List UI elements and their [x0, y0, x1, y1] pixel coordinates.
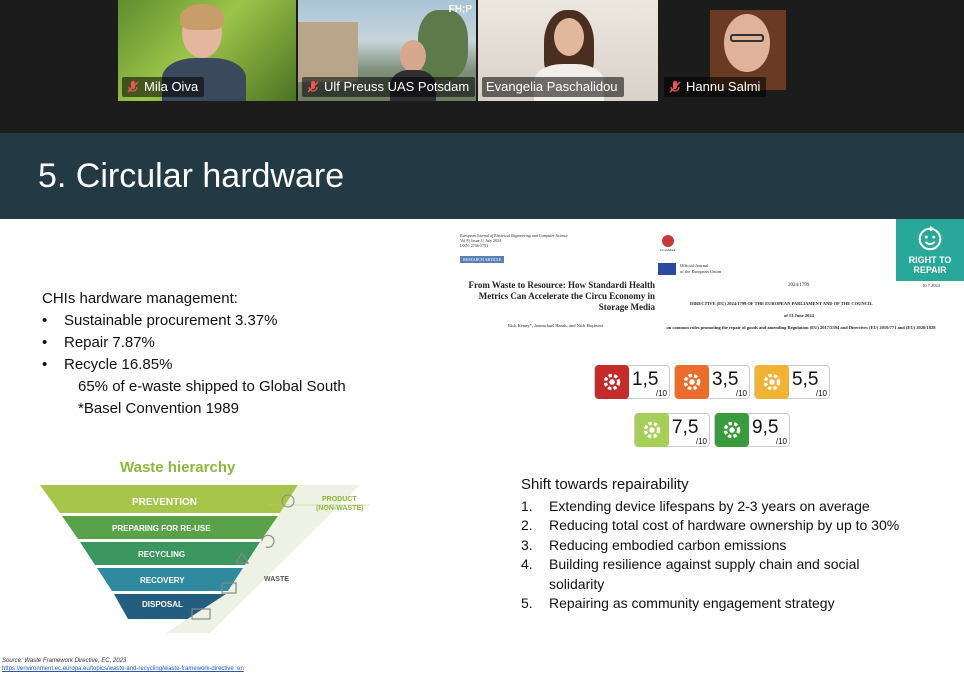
research-paper-excerpt: European Journal of Electrical Engineeri…	[460, 233, 655, 348]
source-text: Source: Waste Framework Directive, EC, 2…	[2, 658, 127, 664]
repairability-block: Shift towards repairability 1. Extending …	[521, 475, 901, 614]
mic-muted-icon	[126, 80, 140, 94]
basel-note: *Basel Convention 1989	[78, 400, 239, 417]
gear-wrench-icon	[755, 365, 789, 399]
paper-title: From Waste to Resource: How Standardi He…	[468, 280, 656, 312]
mic-muted-icon	[668, 80, 682, 94]
list-item: Recycle 16.85%	[42, 354, 346, 376]
ewaste-note: 65% of e-waste shipped to Global South	[78, 378, 346, 395]
level-label: RECYCLING	[138, 550, 185, 559]
participant-tile[interactable]: Mila Oiva	[118, 0, 296, 101]
institution-badge: FH;P	[448, 4, 472, 15]
crossmark-icon	[662, 235, 674, 247]
participant-tile-active-speaker[interactable]: Evangelia Paschalidou	[478, 0, 658, 101]
list-item: 5. Repairing as community engagement stra…	[521, 595, 835, 611]
product-label: PRODUCT	[322, 496, 357, 503]
score-value: 7,5	[672, 417, 699, 438]
participant-name: Ulf Preuss UAS Potsdam	[324, 79, 470, 94]
level-label: PREVENTION	[132, 497, 197, 508]
score-value: 1,5	[632, 369, 659, 390]
level-label: DISPOSAL	[142, 600, 183, 609]
repairability-heading: Shift towards repairability	[521, 476, 689, 493]
management-heading: CHIs hardware management:	[42, 290, 238, 307]
level-label: PREPARING FOR RE-USE	[112, 524, 211, 533]
crossmark-label: CrossMark	[660, 248, 676, 252]
directive-subtitle: on common rules promoting the repair of …	[666, 325, 936, 330]
participant-strip: Mila Oiva FH;P Ulf Preuss UAS Potsdam Ev…	[0, 0, 964, 104]
oj-line2: of the European Union	[680, 269, 722, 274]
eu-flag-icon	[658, 263, 676, 275]
list-item: 1. Extending device lifespans by 2-3 year…	[521, 497, 870, 514]
score-value: 9,5	[752, 417, 779, 438]
score-denominator: /10	[735, 389, 747, 398]
building-background	[298, 22, 358, 82]
slide-header: 5. Circular hardware	[0, 133, 964, 219]
video-call-window: Mila Oiva FH;P Ulf Preuss UAS Potsdam Ev…	[0, 0, 964, 682]
participant-label: Evangelia Paschalidou	[482, 77, 624, 97]
participant-name: Hannu Salmi	[686, 79, 761, 94]
participant-tile[interactable]: FH;P Ulf Preuss UAS Potsdam	[298, 0, 476, 101]
slide-title: 5. Circular hardware	[38, 157, 345, 195]
tree-background	[418, 10, 468, 80]
directive-title: DIRECTIVE (EU) 2024/1799 OF THE EUROPEAN…	[690, 301, 873, 306]
repair-score-badge: 3,5/10	[674, 365, 750, 399]
gear-wrench-icon	[595, 365, 629, 399]
directive-of-date: of 13 June 2024	[784, 313, 814, 318]
participant-name: Mila Oiva	[144, 79, 199, 94]
directive-date: 10.7.2024	[922, 283, 940, 288]
waste-hierarchy-pyramid: PREVENTION PREPARING FOR RE-USE RECYCLIN…	[40, 485, 370, 633]
score-denominator: /10	[775, 437, 787, 446]
glasses-icon	[730, 34, 764, 42]
repair-score-badge: 1,5/10	[594, 365, 670, 399]
shared-slide: 5. Circular hardware RIGHT TO REPAIR CHI…	[0, 133, 964, 682]
repairability-scores: 1,5/10 3,5/10 5,5/10 7,5/10 9,5/10	[594, 365, 834, 451]
list-item: Sustainable procurement 3.37%	[42, 310, 346, 332]
hardware-management-block: CHIs hardware management: Sustainable pr…	[42, 288, 346, 420]
paper-tag: RESEARCH ARTICLE	[460, 256, 505, 263]
mic-muted-icon	[306, 80, 320, 94]
participant-label: Hannu Salmi	[664, 77, 767, 97]
participant-tile[interactable]: Hannu Salmi	[660, 0, 836, 101]
score-denominator: /10	[695, 437, 707, 446]
gear-wrench-icon	[675, 365, 709, 399]
list-item: Repair 7.87%	[42, 332, 346, 354]
list-item: 3. Reducing embodied carbon emissions	[521, 536, 787, 553]
directive-code: 2024/1799	[788, 283, 810, 288]
waste-hierarchy-title: Waste hierarchy	[120, 459, 236, 476]
participant-label: Ulf Preuss UAS Potsdam	[302, 77, 476, 97]
paper-issn: ISSN: 2736-5751	[460, 243, 489, 248]
list-item: 4. Building resilience against supply cha…	[521, 556, 860, 592]
participant-face	[724, 14, 770, 72]
source-citation: Source: Waste Framework Directive, EC, 2…	[2, 657, 244, 673]
repair-score-badge: 5,5/10	[754, 365, 830, 399]
participant-face	[554, 18, 584, 56]
repair-score-badge: 9,5/10	[714, 413, 790, 447]
paper-authors: Rich Kenny*, Jonnachael Hands, and Nick …	[508, 323, 603, 328]
product-sublabel: (NON-WASTE)	[316, 505, 363, 512]
eu-directive-excerpt: CrossMark Official Journal of the Europea…	[656, 233, 942, 348]
level-label: RECOVERY	[140, 576, 185, 585]
participant-face	[400, 40, 426, 72]
score-value: 3,5	[712, 369, 739, 390]
list-item: 2. Reducing total cost of hardware owners…	[521, 517, 900, 533]
gear-wrench-icon	[715, 413, 749, 447]
source-link[interactable]: https://environment.ec.europa.eu/topics/…	[2, 665, 244, 673]
repair-score-badge: 7,5/10	[634, 413, 710, 447]
score-value: 5,5	[792, 369, 819, 390]
participant-label: Mila Oiva	[122, 77, 205, 97]
score-denominator: /10	[815, 389, 827, 398]
waste-label: WASTE	[264, 576, 289, 583]
participant-hair	[180, 4, 224, 30]
gear-wrench-icon	[635, 413, 669, 447]
participant-name: Evangelia Paschalidou	[486, 79, 618, 94]
score-denominator: /10	[655, 389, 667, 398]
